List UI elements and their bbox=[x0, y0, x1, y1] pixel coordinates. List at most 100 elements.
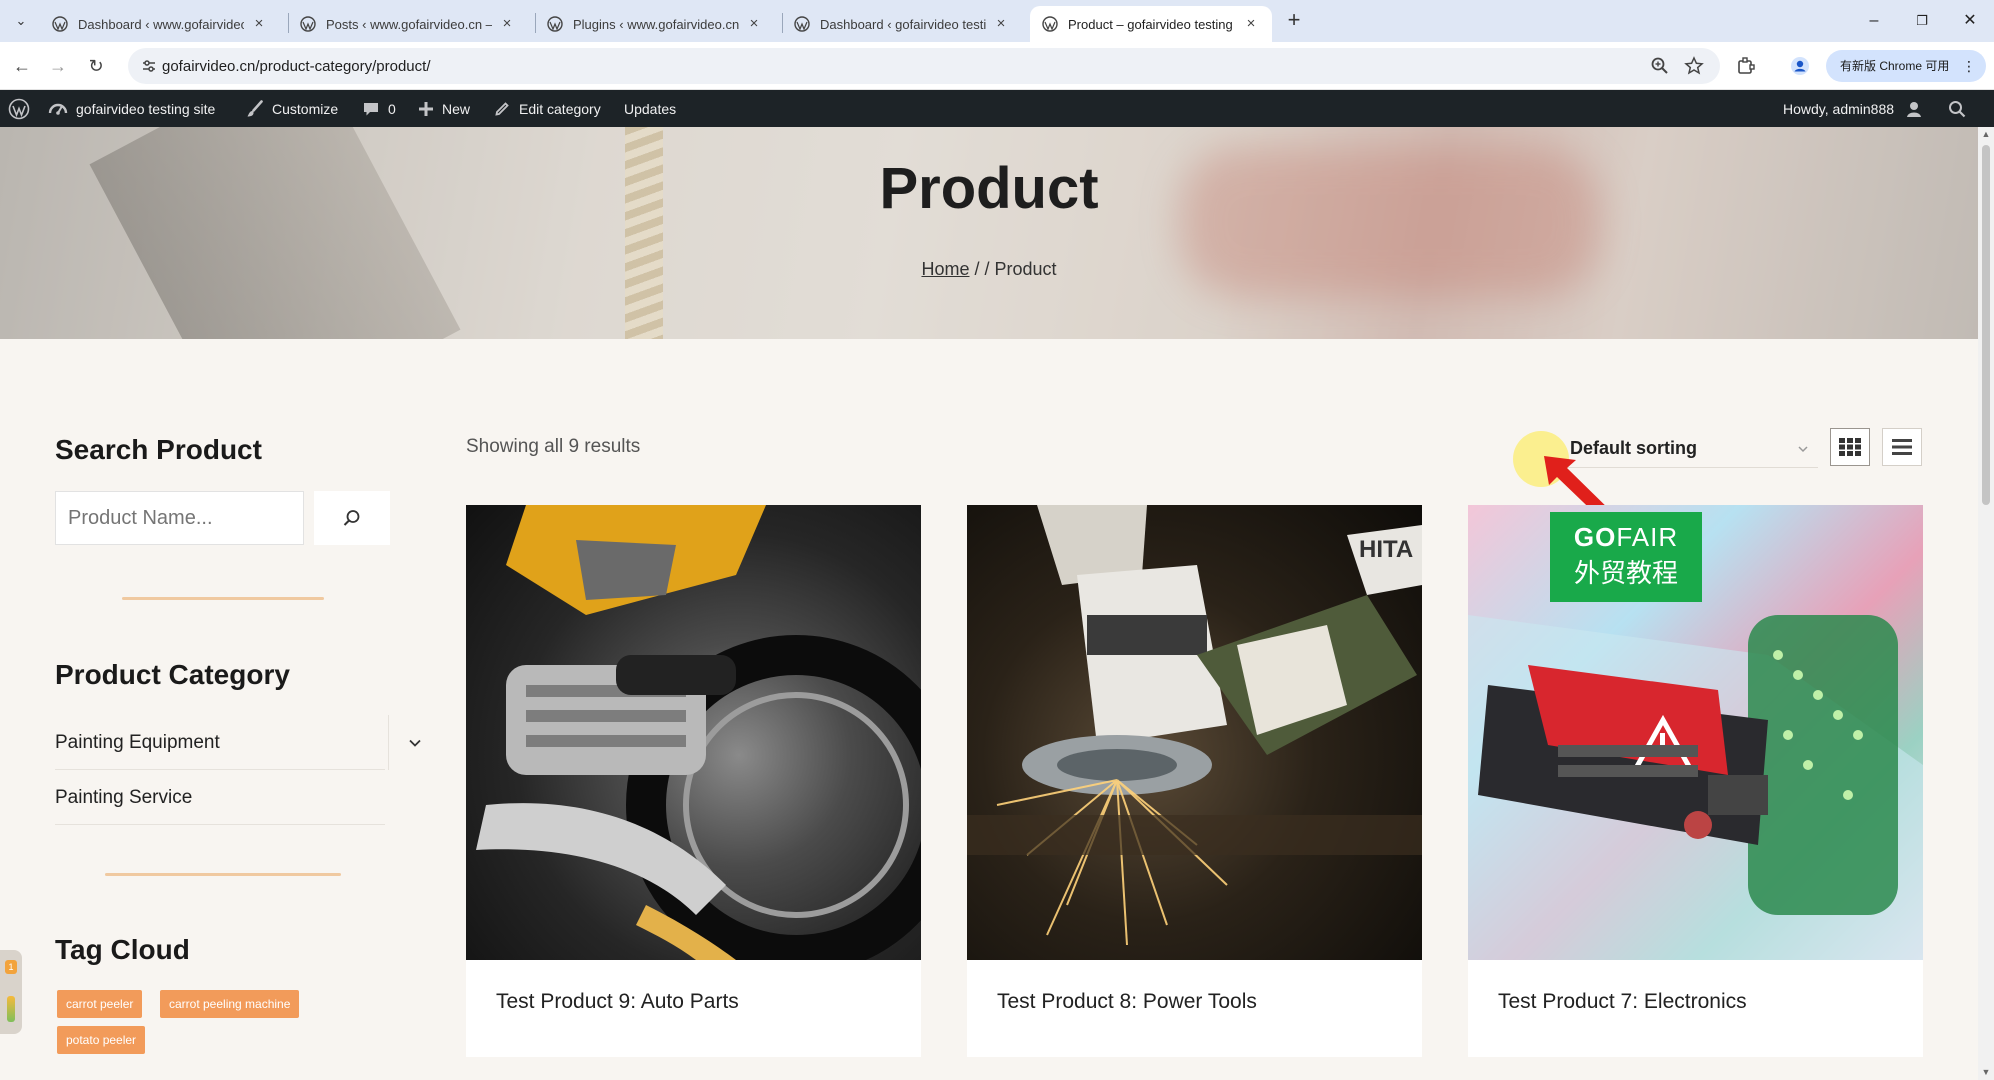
site-name-label: gofairvideo testing site bbox=[76, 100, 216, 117]
browser-tab-1[interactable]: Dashboard ‹ www.gofairvideo × bbox=[40, 6, 280, 42]
new-content-menu[interactable]: New bbox=[418, 90, 470, 127]
wordpress-logo-icon bbox=[8, 98, 30, 119]
forward-arrow-icon[interactable]: → bbox=[44, 52, 72, 80]
wordpress-favicon-icon bbox=[794, 16, 810, 32]
paintbrush-icon bbox=[247, 99, 263, 116]
pencil-icon bbox=[495, 102, 509, 116]
wordpress-favicon-icon bbox=[300, 16, 316, 32]
page-title: Product bbox=[879, 156, 1099, 221]
tab-title: Dashboard ‹ gofairvideo testi bbox=[820, 16, 986, 32]
site-settings-icon[interactable] bbox=[140, 57, 158, 75]
product-title[interactable]: Test Product 8: Power Tools bbox=[997, 990, 1257, 1014]
wordpress-favicon-icon bbox=[52, 16, 68, 32]
address-bar[interactable]: gofairvideo.cn/product-category/product/ bbox=[128, 48, 1720, 84]
howdy-label: Howdy, admin888 bbox=[1783, 100, 1895, 117]
minimize-icon[interactable]: – bbox=[1856, 8, 1892, 34]
browser-tab-4[interactable]: Dashboard ‹ gofairvideo testi × bbox=[782, 6, 1022, 42]
tab-search-chevron-icon[interactable]: ⌄ bbox=[8, 9, 34, 33]
wp-logo-menu[interactable] bbox=[8, 90, 38, 127]
close-icon[interactable]: × bbox=[745, 15, 763, 33]
product-image-angle-grinder[interactable]: HITA bbox=[967, 505, 1422, 960]
browser-tab-2[interactable]: Posts ‹ www.gofairvideo.cn — × bbox=[288, 6, 528, 42]
profile-avatar-icon[interactable] bbox=[1790, 56, 1810, 76]
tab-title: Dashboard ‹ www.gofairvideo bbox=[78, 16, 244, 32]
zoom-icon[interactable] bbox=[1650, 56, 1670, 76]
category-item-painting-service[interactable]: Painting Service bbox=[55, 770, 385, 825]
category-item-painting-equipment[interactable]: Painting Equipment bbox=[55, 715, 421, 770]
close-icon[interactable]: × bbox=[992, 15, 1010, 33]
product-search-input[interactable] bbox=[55, 491, 304, 545]
tag-potato-peeler[interactable]: potato peeler bbox=[57, 1026, 146, 1054]
browser-tabstrip: ⌄ Dashboard ‹ www.gofairvideo × Posts ‹ … bbox=[0, 0, 1994, 42]
wp-admin-bar: gofairvideo testing site Customize 0 New… bbox=[0, 90, 1994, 127]
browser-tab-5-active[interactable]: Product – gofairvideo testing × bbox=[1030, 6, 1272, 42]
search-icon bbox=[1949, 100, 1966, 117]
scroll-up-arrow-icon[interactable]: ▲ bbox=[1981, 129, 1991, 139]
watermark-brand-go: GO bbox=[1573, 522, 1617, 552]
chevron-down-icon bbox=[408, 739, 421, 747]
comments-count: 0 bbox=[388, 100, 396, 117]
grid-view-button[interactable] bbox=[1830, 428, 1870, 466]
product-image-electronic-device[interactable]: GOFAIR 外贸教程 bbox=[1468, 505, 1923, 960]
close-icon[interactable]: × bbox=[498, 15, 516, 33]
chevron-down-icon bbox=[1798, 446, 1808, 453]
customize-link[interactable]: Customize bbox=[246, 90, 338, 127]
product-title[interactable]: Test Product 9: Auto Parts bbox=[496, 990, 739, 1014]
close-icon[interactable]: × bbox=[250, 15, 268, 33]
back-arrow-icon[interactable]: ← bbox=[8, 52, 36, 80]
grid-icon bbox=[1839, 438, 1861, 456]
product-category-heading: Product Category bbox=[55, 659, 290, 690]
my-account-menu[interactable]: Howdy, admin888 bbox=[1783, 90, 1924, 127]
site-name-menu[interactable]: gofairvideo testing site bbox=[48, 90, 215, 127]
watermark-brand-fair: FAIR bbox=[1616, 522, 1679, 552]
comments-link[interactable]: 0 bbox=[362, 90, 396, 127]
admin-search-button[interactable] bbox=[1948, 90, 1966, 127]
breadcrumb-trail: / / Product bbox=[969, 259, 1057, 279]
wordpress-favicon-icon bbox=[547, 16, 563, 32]
tab-title: Product – gofairvideo testing bbox=[1068, 16, 1233, 32]
product-title[interactable]: Test Product 7: Electronics bbox=[1498, 990, 1747, 1014]
tag-cloud-heading: Tag Cloud bbox=[55, 934, 190, 965]
category-label: Painting Service bbox=[55, 787, 193, 808]
tag-carrot-peeling-machine[interactable]: carrot peeling machine bbox=[160, 990, 300, 1018]
page-scrollbar[interactable]: ▲ ▼ bbox=[1978, 127, 1994, 1080]
search-icon bbox=[343, 510, 360, 526]
floating-side-widget[interactable]: 1 bbox=[0, 950, 22, 1034]
list-icon bbox=[1892, 439, 1912, 455]
category-expand-toggle[interactable] bbox=[388, 715, 440, 770]
product-card[interactable]: GOFAIR 外贸教程 Test Product 7: Electronics bbox=[1468, 505, 1923, 1057]
tag-carrot-peeler[interactable]: carrot peeler bbox=[57, 990, 143, 1018]
product-card[interactable]: Test Product 9: Auto Parts bbox=[466, 505, 921, 1057]
extensions-puzzle-icon[interactable] bbox=[1736, 56, 1756, 76]
edit-category-link[interactable]: Edit category bbox=[494, 90, 601, 127]
url-text: gofairvideo.cn/product-category/product/ bbox=[162, 58, 431, 75]
comment-bubble-icon bbox=[364, 102, 378, 115]
list-view-button[interactable] bbox=[1882, 428, 1922, 466]
product-card[interactable]: HITA Test Product 8: Power Tools bbox=[967, 505, 1422, 1057]
scroll-down-arrow-icon[interactable]: ▼ bbox=[1981, 1067, 1991, 1077]
product-image-motorcycle-engine[interactable] bbox=[466, 505, 921, 960]
reload-icon[interactable]: ↻ bbox=[82, 52, 110, 80]
tab-title: Plugins ‹ www.gofairvideo.cn bbox=[573, 16, 739, 32]
new-label: New bbox=[442, 100, 471, 117]
plus-icon bbox=[419, 101, 433, 116]
more-menu-icon[interactable]: ⋮ bbox=[1962, 50, 1976, 82]
sidebar-divider bbox=[105, 873, 341, 876]
restore-icon[interactable]: ❐ bbox=[1904, 8, 1940, 34]
breadcrumb-home-link[interactable]: Home bbox=[921, 259, 969, 279]
window-close-icon[interactable]: ✕ bbox=[1952, 8, 1988, 34]
product-search-button[interactable] bbox=[314, 491, 390, 545]
notification-badge-icon: 1 bbox=[5, 960, 17, 974]
new-tab-plus-icon[interactable]: + bbox=[1282, 9, 1306, 33]
updates-link[interactable]: Updates bbox=[624, 90, 676, 127]
browser-tab-3[interactable]: Plugins ‹ www.gofairvideo.cn × bbox=[535, 6, 775, 42]
update-label: 有新版 Chrome 可用 bbox=[1840, 59, 1950, 73]
close-icon[interactable]: × bbox=[1242, 15, 1260, 33]
chrome-update-button[interactable]: 有新版 Chrome 可用 ⋮ bbox=[1826, 50, 1986, 82]
bookmark-star-icon[interactable] bbox=[1684, 56, 1704, 76]
edit-category-label: Edit category bbox=[519, 100, 601, 117]
search-product-heading: Search Product bbox=[55, 434, 262, 465]
scrollbar-thumb[interactable] bbox=[1982, 145, 1990, 505]
widget-bar-icon bbox=[7, 996, 15, 1022]
customize-label: Customize bbox=[272, 100, 339, 117]
